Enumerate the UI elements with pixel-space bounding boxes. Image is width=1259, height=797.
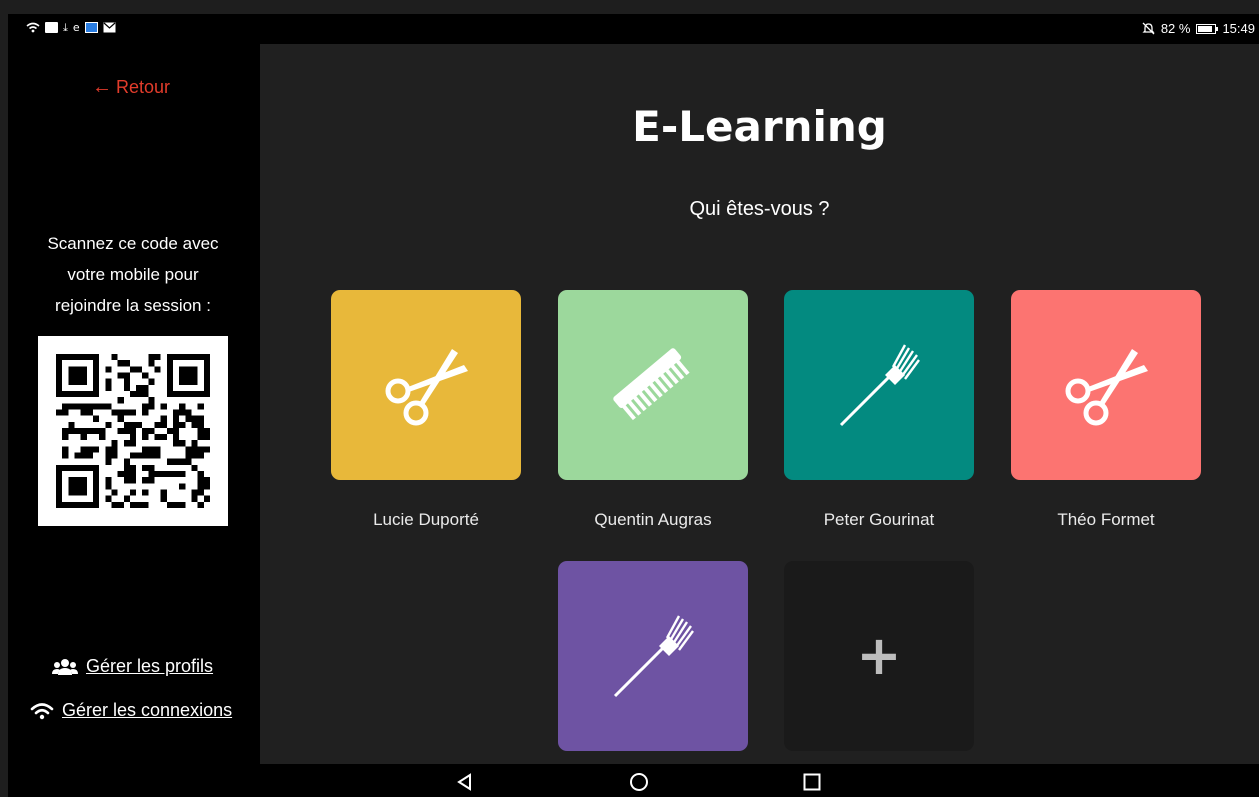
- e-icon: e: [72, 21, 80, 34]
- profile-tile-peter[interactable]: [784, 290, 974, 480]
- nav-home-icon[interactable]: [629, 772, 649, 792]
- profile-name: Quentin Augras: [594, 510, 712, 529]
- scissors-icon: [385, 349, 468, 426]
- qr-code-image: [56, 354, 210, 508]
- scan-text-line: votre mobile pour: [67, 265, 199, 284]
- clock: 15:49: [1222, 21, 1255, 36]
- navigation-bar: [8, 764, 1259, 797]
- nav-recents-icon[interactable]: [802, 772, 822, 792]
- arrow-left-icon: ←: [92, 76, 112, 98]
- wifi-icon: [30, 702, 54, 719]
- mail-icon: [103, 22, 116, 33]
- back-label: Retour: [116, 77, 171, 97]
- status-icons-left: ⤓ e: [26, 22, 116, 33]
- profile-tile-5[interactable]: [558, 561, 748, 751]
- scan-text-line: Scannez ce code avec: [47, 234, 219, 253]
- profile-name: Théo Formet: [1057, 510, 1155, 529]
- main-panel: E-Learning Qui êtes-vous ? Lucie Duporté: [260, 44, 1259, 764]
- window-left-border: [0, 0, 8, 797]
- status-icons-right: 82 % 15:49: [1142, 21, 1255, 36]
- battery-percent: 82 %: [1160, 21, 1191, 36]
- tint-brush-icon: [613, 615, 694, 698]
- manage-profiles-label: Gérer les profils: [86, 656, 214, 676]
- app-icon: [84, 22, 98, 33]
- battery-level-fill: [1198, 25, 1212, 32]
- photo-icon: [45, 22, 58, 33]
- nav-back-icon[interactable]: [455, 772, 475, 792]
- users-icon: [52, 658, 78, 675]
- sidebar: ← Retour Scannez ce code avec votre mobi…: [8, 44, 260, 764]
- back-button[interactable]: ← Retour: [92, 76, 170, 99]
- profile-name: Peter Gourinat: [823, 510, 935, 529]
- profile-tile-lucie[interactable]: [331, 290, 521, 480]
- page-subtitle: Qui êtes-vous ?: [689, 198, 830, 220]
- profile-name: Lucie Duporté: [373, 510, 479, 529]
- manage-connections-link[interactable]: Gérer les connexions: [30, 700, 232, 721]
- download-icon: ⤓: [63, 21, 68, 34]
- comb-icon: [613, 348, 690, 421]
- plus-icon: +: [856, 624, 902, 687]
- device-screen: ⤓ e 82 % 15:49 ← Retour Scannez ce code …: [8, 14, 1259, 797]
- qr-code: [38, 336, 228, 526]
- tint-brush-icon: [839, 344, 920, 427]
- manage-profiles-link[interactable]: Gérer les profils: [52, 656, 213, 677]
- profile-tile-quentin[interactable]: [558, 290, 748, 480]
- page-title: E-Learning: [632, 102, 887, 151]
- scissors-icon: [1065, 349, 1148, 426]
- scan-text-line: rejoindre la session :: [55, 296, 211, 315]
- profile-tile-theo[interactable]: [1011, 290, 1201, 480]
- battery-icon: [1196, 23, 1219, 34]
- manage-connections-label: Gérer les connexions: [62, 700, 233, 720]
- status-bar: ⤓ e 82 % 15:49: [8, 14, 1259, 44]
- scan-instructions: Scannez ce code avec votre mobile pour r…: [26, 228, 240, 321]
- mute-icon: [1142, 22, 1155, 35]
- wifi-icon: [26, 22, 40, 33]
- add-profile-button[interactable]: +: [784, 561, 974, 751]
- window-top-border: [0, 0, 1259, 14]
